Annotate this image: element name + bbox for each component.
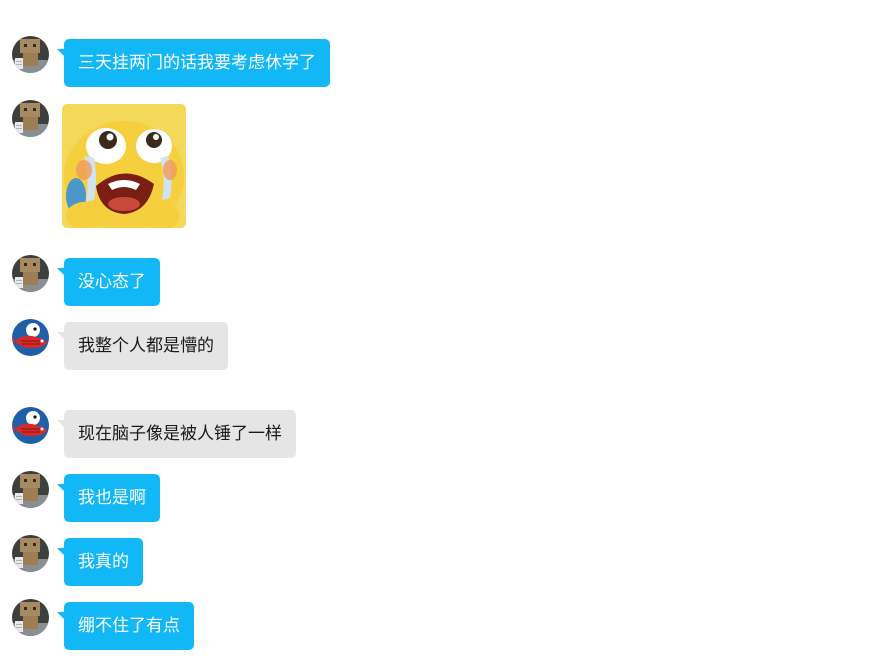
avatar[interactable]	[12, 535, 49, 572]
robot-avatar-icon	[12, 535, 49, 572]
avatar[interactable]	[12, 471, 49, 508]
robot-avatar-icon	[12, 599, 49, 636]
robot-avatar-icon	[12, 255, 49, 292]
chat-window: 三天挂两门的话我要考虑休学了 没心态了 我整个人都是懵的 现在脑子像是被人锤了一…	[0, 0, 870, 661]
avatar[interactable]	[12, 319, 49, 356]
message-bubble[interactable]: 没心态了	[57, 258, 160, 306]
koi-avatar-icon	[12, 319, 49, 356]
avatar[interactable]	[12, 407, 49, 444]
koi-avatar-icon	[12, 407, 49, 444]
avatar[interactable]	[12, 255, 49, 292]
robot-avatar-icon	[12, 36, 49, 73]
message-bubble[interactable]: 我真的	[57, 538, 143, 586]
message-bubble[interactable]: 现在脑子像是被人锤了一样	[57, 410, 296, 458]
avatar[interactable]	[12, 100, 49, 137]
robot-avatar-icon	[12, 100, 49, 137]
message-bubble[interactable]: 三天挂两门的话我要考虑休学了	[57, 39, 330, 87]
crying-face-icon	[62, 104, 186, 228]
robot-avatar-icon	[12, 471, 49, 508]
avatar[interactable]	[12, 36, 49, 73]
message-bubble[interactable]: 我整个人都是懵的	[57, 322, 228, 370]
message-bubble[interactable]: 绷不住了有点	[57, 602, 194, 650]
message-bubble[interactable]: 我也是啊	[57, 474, 160, 522]
crying-face-sticker[interactable]	[62, 104, 186, 228]
avatar[interactable]	[12, 599, 49, 636]
